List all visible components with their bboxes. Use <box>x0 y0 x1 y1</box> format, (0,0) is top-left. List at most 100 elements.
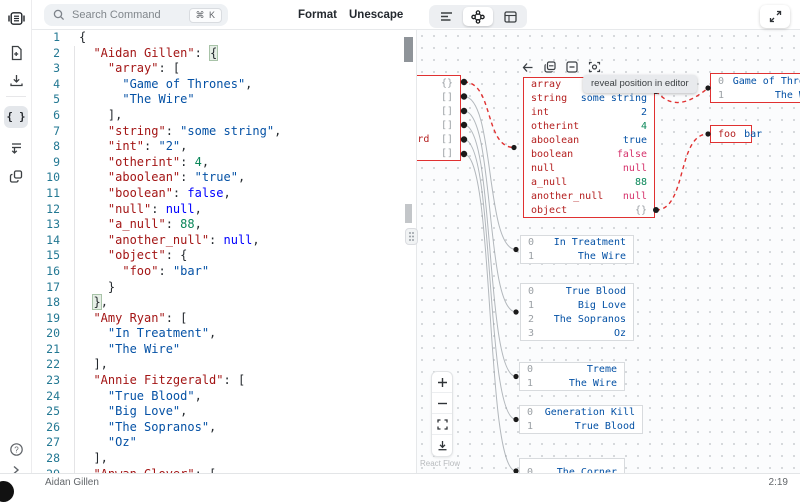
focus-node-icon[interactable] <box>588 61 601 73</box>
node-row[interactable]: otherint4 <box>531 120 647 134</box>
fullscreen-button[interactable] <box>760 5 790 28</box>
format-button[interactable]: Format <box>298 0 337 30</box>
row-value: [] <box>441 120 453 131</box>
node-row[interactable]: 1The Wire <box>718 88 800 102</box>
line-content: "array": [ <box>70 61 180 77</box>
node-row[interactable]: 0Treme <box>527 363 617 377</box>
editor-line-12[interactable]: 12 "null": null, <box>32 202 416 218</box>
node-row[interactable]: Aidan Gillen{} <box>416 76 453 90</box>
json-code-editor[interactable]: 1{2 "Aidan Gillen": {3 "array": [4 "Game… <box>32 30 416 473</box>
editor-line-20[interactable]: 20 "In Treatment", <box>32 326 416 342</box>
node-row[interactable]: Amy Ryan[] <box>416 90 453 104</box>
row-value: The Wire <box>775 90 800 101</box>
editor-line-18[interactable]: 18 }, <box>32 295 416 311</box>
node-row[interactable]: stringsome string <box>531 92 647 106</box>
graph-node-alexander-skarsgard-array[interactable]: 0Generation Kill1True Blood <box>519 405 643 434</box>
app-logo[interactable] <box>4 7 28 29</box>
node-row[interactable]: nullnull <box>531 161 647 175</box>
node-row[interactable]: int2 <box>531 106 647 120</box>
editor-line-8[interactable]: 8 "int": "2", <box>32 139 416 155</box>
editor-line-3[interactable]: 3 "array": [ <box>32 61 416 77</box>
line-content: ], <box>70 357 108 373</box>
editor-line-1[interactable]: 1{ <box>32 30 416 46</box>
editor-line-23[interactable]: 23 "Annie Fitzgerald": [ <box>32 373 416 389</box>
line-number: 3 <box>32 61 70 77</box>
help-button[interactable]: ? <box>4 438 28 460</box>
editor-line-27[interactable]: 27 "Oz" <box>32 435 416 451</box>
duplicate-icon[interactable] <box>544 61 556 73</box>
editor-line-26[interactable]: 26 "The Sopranos", <box>32 420 416 436</box>
graph-node-amy-ryan-array[interactable]: 0In Treatment1The Wire <box>520 235 634 264</box>
transform-button[interactable] <box>4 137 28 159</box>
editor-line-14[interactable]: 14 "another_null": null, <box>32 233 416 249</box>
editor-line-4[interactable]: 4 "Game of Thrones", <box>32 77 416 93</box>
editor-scrollbar[interactable] <box>404 37 413 62</box>
node-row[interactable]: 3Oz <box>528 326 626 340</box>
node-row[interactable]: abooleantrue <box>531 134 647 148</box>
graph-node-annie-fitzgerald-array[interactable]: 0True Blood1Big Love2The Sopranos3Oz <box>520 283 634 341</box>
editor-line-2[interactable]: 2 "Aidan Gillen": { <box>32 46 416 62</box>
editor-line-11[interactable]: 11 "boolean": false, <box>32 186 416 202</box>
table-view-tab[interactable] <box>495 7 525 26</box>
node-row[interactable]: 0In Treatment <box>528 236 626 250</box>
graph-canvas[interactable]: Aidan Gillen{}Amy Ryan[]Annie Fitzgerald… <box>416 30 800 473</box>
node-row[interactable]: 0True Blood <box>528 284 626 298</box>
editor-line-13[interactable]: 13 "a_null": 88, <box>32 217 416 233</box>
node-row[interactable]: object{} <box>531 203 647 217</box>
back-icon[interactable] <box>522 62 534 73</box>
editor-line-21[interactable]: 21 "The Wire" <box>32 342 416 358</box>
node-row[interactable]: another_nullnull <box>531 189 647 203</box>
node-row[interactable]: Alexander Skarsgard[] <box>416 132 453 146</box>
node-row[interactable]: Clarke Peters[] <box>416 146 453 160</box>
node-row[interactable]: Annie Fitzgerald[] <box>416 104 453 118</box>
fit-view-button[interactable] <box>432 414 452 435</box>
editor-line-6[interactable]: 6 ], <box>32 108 416 124</box>
new-document-button[interactable] <box>4 42 28 64</box>
import-button[interactable] <box>4 69 28 91</box>
unescape-button[interactable]: Unescape <box>349 0 403 30</box>
node-row[interactable]: 1Big Love <box>528 298 626 312</box>
panel-drag-handle[interactable] <box>405 228 418 245</box>
node-row[interactable]: 1The Wire <box>528 250 626 264</box>
row-value: The Sopranos <box>554 314 626 325</box>
editor-line-9[interactable]: 9 "otherint": 4, <box>32 155 416 171</box>
editor-line-22[interactable]: 22 ], <box>32 357 416 373</box>
node-row[interactable]: 1True Blood <box>527 420 635 434</box>
zoom-out-button[interactable] <box>432 393 452 414</box>
node-row[interactable]: 1The Wire <box>527 377 617 391</box>
editor-line-15[interactable]: 15 "object": { <box>32 248 416 264</box>
editor-line-28[interactable]: 28 ], <box>32 451 416 467</box>
graph-node-root-object[interactable]: Aidan Gillen{}Amy Ryan[]Annie Fitzgerald… <box>416 75 461 161</box>
node-row[interactable]: 2The Sopranos <box>528 312 626 326</box>
row-value: The Wire <box>569 378 617 389</box>
editor-line-5[interactable]: 5 "The Wire" <box>32 92 416 108</box>
row-key: foo <box>718 129 736 140</box>
editor-line-24[interactable]: 24 "True Blood", <box>32 389 416 405</box>
collapse-node-icon[interactable] <box>566 61 578 73</box>
node-row[interactable]: 0The Corner <box>527 459 617 473</box>
editor-line-19[interactable]: 19 "Amy Ryan": [ <box>32 311 416 327</box>
download-image-button[interactable] <box>432 435 452 456</box>
node-row[interactable]: foobar <box>718 126 744 142</box>
graph-node-anwan-glover-array[interactable]: 0Treme1The Wire <box>519 362 625 391</box>
node-row[interactable]: 0Game of Thrones <box>718 74 800 88</box>
graph-node-clarke-peters-array[interactable]: 0The Corner <box>519 458 625 473</box>
node-row[interactable]: booleanfalse <box>531 148 647 162</box>
editor-line-16[interactable]: 16 "foo": "bar" <box>32 264 416 280</box>
json-editor-button[interactable]: { } <box>4 106 28 128</box>
node-row[interactable]: a_null88 <box>531 175 647 189</box>
graph-node-aidan-array[interactable]: 0Game of Thrones1The Wire <box>710 73 800 103</box>
editor-line-10[interactable]: 10 "aboolean": "true", <box>32 170 416 186</box>
editor-line-25[interactable]: 25 "Big Love", <box>32 404 416 420</box>
zoom-in-button[interactable] <box>432 372 452 393</box>
graph-node-aidan-gillen-object[interactable]: array[]stringsome stringint2otherint4abo… <box>523 77 655 218</box>
text-view-tab[interactable] <box>431 7 461 26</box>
nodes-button[interactable] <box>4 165 28 187</box>
node-row[interactable]: Anwan Glover[] <box>416 118 453 132</box>
graph-node-foo-object[interactable]: foobar <box>710 125 752 143</box>
editor-line-17[interactable]: 17 } <box>32 280 416 296</box>
editor-line-7[interactable]: 7 "string": "some string", <box>32 124 416 140</box>
graph-view-tab[interactable] <box>463 7 493 26</box>
node-row[interactable]: 0Generation Kill <box>527 406 635 420</box>
search-input[interactable]: Search Command ⌘ K <box>44 4 228 26</box>
